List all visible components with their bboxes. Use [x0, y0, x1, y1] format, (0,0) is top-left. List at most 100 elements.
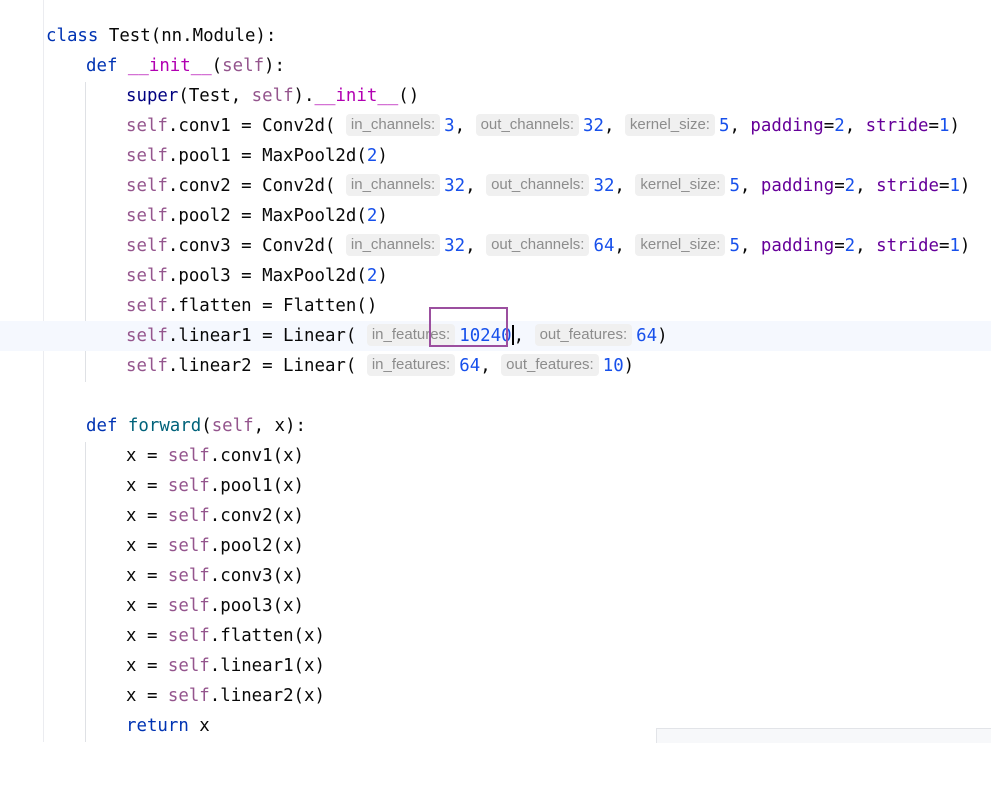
call: .linear2(x): [209, 686, 325, 706]
kwarg: stride: [876, 176, 939, 196]
args: (Test,: [178, 86, 252, 106]
number: 1: [938, 116, 950, 136]
statement: .conv3 = Conv2d(: [167, 236, 336, 256]
keyword: def: [86, 416, 118, 436]
comma: ,: [855, 236, 866, 256]
number: 32: [444, 176, 466, 196]
call: .flatten(x): [209, 626, 325, 646]
param-hint: out_features:: [534, 323, 633, 346]
paren: ): [949, 116, 960, 136]
code-line[interactable]: x = self.pool1(x): [0, 471, 991, 501]
builtin: super: [126, 86, 179, 106]
code-line[interactable]: class Test(nn.Module):: [0, 21, 991, 51]
number: 64: [459, 356, 481, 376]
self-param: self: [222, 56, 265, 76]
dunder-call: __init__: [314, 86, 399, 106]
code-line[interactable]: x = self.conv2(x): [0, 501, 991, 531]
assign: x =: [126, 566, 168, 586]
call: .pool1(x): [209, 476, 305, 496]
comma: ,: [480, 356, 491, 376]
self-ref: self: [167, 656, 210, 676]
code-line[interactable]: self.pool3 = MaxPool2d(2): [0, 261, 991, 291]
code-line[interactable]: self.conv3 = Conv2d( in_channels: 32, out…: [0, 231, 991, 261]
kwarg: padding: [760, 176, 835, 196]
call: .pool2(x): [209, 536, 305, 556]
equals: =: [834, 176, 845, 196]
self-ref: self: [167, 446, 210, 466]
comma: ,: [513, 326, 525, 346]
param-hint: kernel_size:: [635, 233, 726, 256]
keyword: class: [46, 26, 99, 46]
code-line[interactable]: self.flatten = Flatten(): [0, 291, 991, 321]
self-param: self: [211, 416, 254, 436]
number: 5: [729, 176, 740, 196]
return-value: x: [188, 716, 210, 736]
paren: ): [377, 206, 388, 226]
self-ref: self: [126, 236, 168, 256]
code-line[interactable]: self.pool2 = MaxPool2d(2): [0, 201, 991, 231]
keyword: def: [86, 56, 118, 76]
comma: ,: [844, 116, 856, 136]
param-hint: out_channels:: [475, 113, 579, 136]
current-code-line[interactable]: self.linear1 = Linear( in_features: 10240…: [0, 321, 991, 351]
args: (): [398, 86, 420, 106]
statement: .conv2 = Conv2d(: [167, 176, 336, 196]
code-line[interactable]: x = self.flatten(x): [0, 621, 991, 651]
class-name: Test: [108, 26, 151, 46]
code-line[interactable]: x = self.pool2(x): [0, 531, 991, 561]
params: , x):: [253, 416, 306, 436]
code-line[interactable]: def forward(self, x):: [0, 411, 991, 441]
statement: .pool3 = MaxPool2d(: [167, 266, 367, 286]
self-ref: self: [126, 206, 168, 226]
self-ref: self: [167, 596, 210, 616]
self-ref: self: [167, 536, 210, 556]
kwarg: stride: [876, 236, 939, 256]
param-hint: in_features:: [366, 323, 456, 346]
code-line[interactable]: self.linear2 = Linear( in_features: 64, o…: [0, 351, 991, 381]
self-ref: self: [126, 356, 168, 376]
self-ref: self: [126, 326, 168, 346]
code-line[interactable]: x = self.linear1(x): [0, 651, 991, 681]
code-line[interactable]: self.conv1 = Conv2d( in_channels: 3, out_…: [0, 111, 991, 141]
number[interactable]: 10240: [459, 326, 511, 346]
number: 1: [949, 176, 960, 196]
number: 1: [949, 236, 960, 256]
class-base: (nn.Module):: [150, 26, 277, 46]
comma: ,: [729, 116, 740, 136]
number: 32: [583, 116, 604, 136]
equals: =: [823, 116, 835, 136]
self-ref: self: [167, 626, 210, 646]
code-line[interactable]: self.conv2 = Conv2d( in_channels: 32, out…: [0, 171, 991, 201]
equals: =: [928, 116, 939, 136]
comma: ,: [603, 116, 615, 136]
code-line[interactable]: x = self.conv1(x): [0, 441, 991, 471]
number: 64: [636, 326, 658, 346]
paren: ): [959, 176, 971, 196]
assign: x =: [126, 686, 168, 706]
code-line[interactable]: self.pool1 = MaxPool2d(2): [0, 141, 991, 171]
paren: ): [623, 356, 635, 376]
paren: ):: [264, 56, 285, 76]
code-line[interactable]: x = self.linear2(x): [0, 681, 991, 711]
self-ref: self: [167, 686, 210, 706]
statement: .pool1 = MaxPool2d(: [167, 146, 367, 166]
param-hint: in_features:: [366, 353, 456, 376]
comma: ,: [614, 176, 625, 196]
assign: x =: [126, 476, 168, 496]
self-ref: self: [167, 476, 210, 496]
self-ref: self: [126, 146, 168, 166]
code-line[interactable]: def __init__(self):: [0, 51, 991, 81]
assign: x =: [126, 536, 168, 556]
code-line[interactable]: x = self.pool3(x): [0, 591, 991, 621]
code-line[interactable]: x = self.conv3(x): [0, 561, 991, 591]
self-ref: self: [251, 86, 294, 106]
call: .conv3(x): [209, 566, 305, 586]
paren: ): [377, 266, 388, 286]
comma: ,: [739, 176, 751, 196]
number: 32: [593, 176, 615, 196]
code-line[interactable]: super(Test, self).__init__(): [0, 81, 991, 111]
function-name: __init__: [127, 56, 212, 76]
code-editor[interactable]: class Test(nn.Module): def __init__(self…: [0, 0, 991, 743]
comma: ,: [465, 236, 476, 256]
popup-panel-edge: [656, 728, 991, 743]
